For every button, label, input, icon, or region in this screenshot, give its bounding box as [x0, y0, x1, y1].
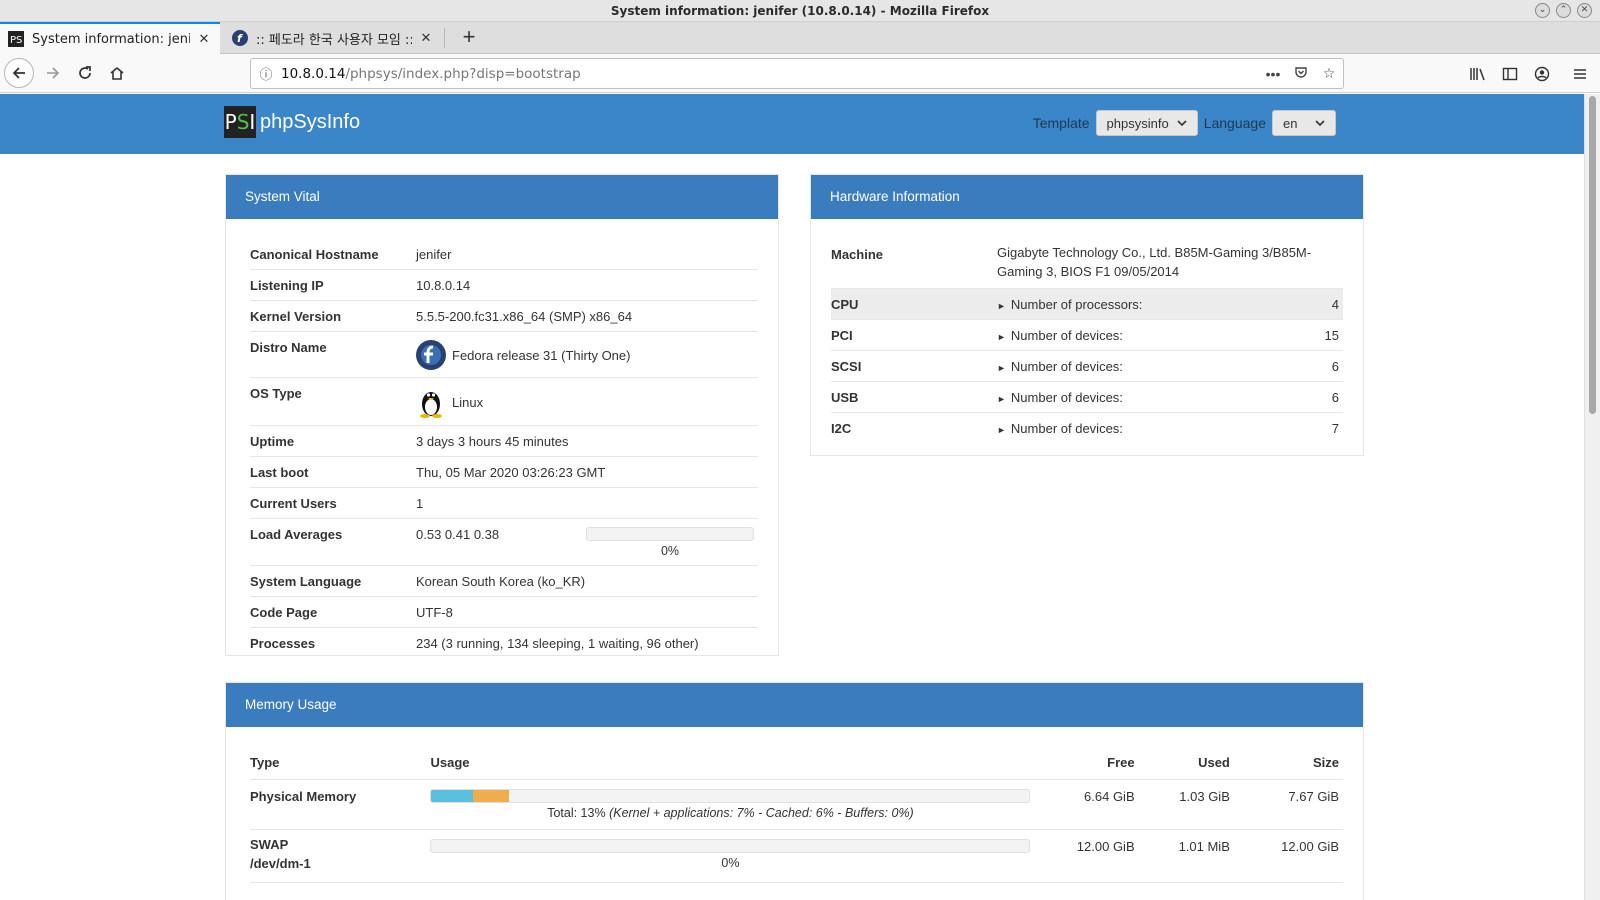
template-label: Template	[1032, 115, 1090, 131]
hardware-row-i2c[interactable]: I2C ► Number of devices: 7	[831, 413, 1343, 444]
load-average-percent: 0%	[660, 544, 680, 558]
home-button[interactable]	[102, 58, 132, 88]
url-text[interactable]: 10.8.0.14/phpsys/index.php?disp=bootstra…	[281, 66, 1259, 82]
back-arrow-icon	[12, 67, 25, 79]
table-row: Current Users 1	[250, 487, 758, 519]
library-icon[interactable]	[1466, 62, 1490, 86]
pocket-icon[interactable]	[1287, 65, 1315, 82]
minimize-button[interactable]: ⌄	[1535, 3, 1550, 18]
expand-triangle-icon: ►	[997, 425, 1006, 435]
tab-close-icon[interactable]: ✕	[418, 31, 434, 46]
system-vital-table: Canonical Hostname jenifer Listening IP …	[250, 239, 758, 658]
sidebar-icon[interactable]	[1498, 62, 1522, 86]
tab-fedora-korea[interactable]: f :: 페도라 한국 사용자 모임 :: ✕	[224, 22, 442, 54]
psi-logo-icon: PSI	[224, 106, 256, 138]
swap-bar	[430, 839, 1031, 853]
reload-button[interactable]	[70, 58, 100, 88]
table-row: Kernel Version 5.5.5-200.fc31.x86_64 (SM…	[250, 300, 758, 332]
table-row: Physical Memory Total: 13% (Kernel + app…	[250, 779, 1343, 830]
table-header-row: Type Usage Free Used Size	[250, 749, 1343, 780]
chevron-down-icon	[1177, 120, 1187, 127]
chevron-down-icon	[1315, 120, 1325, 127]
table-row: SWAP /dev/dm-1 0% 12.00 GiB 1.01 MiB 12.…	[250, 829, 1343, 883]
table-row: Listening IP 10.8.0.14	[250, 269, 758, 301]
reload-icon	[79, 66, 91, 79]
table-row: Uptime 3 days 3 hours 45 minutes	[250, 425, 758, 457]
hardware-information-title: Hardware Information	[811, 175, 1363, 219]
maximize-button[interactable]: ⌃	[1556, 3, 1571, 18]
template-select[interactable]: phpsysinfo	[1095, 110, 1198, 136]
new-tab-button[interactable]: +	[456, 25, 482, 51]
bookmark-star-icon[interactable]: ☆	[1315, 65, 1343, 82]
memory-usage-panel: Memory Usage Type Usage Free Used Size P…	[225, 682, 1364, 900]
window-titlebar: System information: jenifer (10.8.0.14) …	[0, 0, 1600, 22]
swap-percent: 0%	[721, 856, 740, 870]
table-row: Canonical Hostname jenifer	[250, 239, 758, 270]
window-title: System information: jenifer (10.8.0.14) …	[610, 4, 990, 18]
table-row: OS Type Linux	[250, 377, 758, 426]
home-icon	[110, 66, 124, 80]
tab-bar: PS System information: jenifer (10.8.0.1…	[0, 22, 1600, 54]
memory-table: Type Usage Free Used Size Physical Memor…	[250, 749, 1343, 883]
table-row: System Language Korean South Korea (ko_K…	[250, 565, 758, 597]
language-select[interactable]: en	[1272, 110, 1336, 136]
app-name: phpSysInfo	[260, 110, 361, 133]
hardware-information-panel: Hardware Information Machine Gigabyte Te…	[810, 174, 1364, 456]
url-bar[interactable]: ⓘ 10.8.0.14/phpsys/index.php?disp=bootst…	[250, 58, 1344, 89]
system-vital-title: System Vital	[226, 175, 778, 219]
site-info-icon[interactable]: ⓘ	[251, 64, 281, 83]
table-row: Code Page UTF-8	[250, 596, 758, 628]
memory-usage-title: Memory Usage	[226, 683, 1363, 727]
system-vital-panel: System Vital Canonical Hostname jenifer …	[225, 174, 779, 656]
header-controls: Template phpsysinfo Language en	[1033, 110, 1336, 136]
forward-arrow-icon	[47, 67, 60, 79]
hardware-row-cpu[interactable]: CPU ► Number of processors: 4	[831, 288, 1343, 320]
phpsysinfo-favicon-icon: PS	[8, 31, 24, 47]
table-row: Distro Name Fedora release 31 (Thirty On…	[250, 331, 758, 378]
tab-title: System information: jenifer (10.8.0.14)	[32, 31, 190, 47]
table-row: Processes 234 (3 running, 134 sleeping, …	[250, 636, 699, 651]
memory-app-segment	[431, 790, 474, 802]
hardware-row-scsi[interactable]: SCSI ► Number of devices: 6	[831, 350, 1343, 382]
expand-triangle-icon: ►	[997, 363, 1006, 373]
memory-cached-segment	[473, 790, 510, 802]
tux-penguin-icon	[420, 392, 442, 418]
svg-text:PS: PS	[10, 35, 22, 46]
expand-triangle-icon: ►	[997, 301, 1006, 311]
page-actions-icon[interactable]: •••	[1259, 66, 1287, 82]
language-label: Language	[1203, 115, 1266, 131]
expand-triangle-icon: ►	[997, 332, 1006, 342]
tab-title: :: 페도라 한국 사용자 모임 ::	[256, 32, 412, 48]
scrollbar-thumb[interactable]	[1589, 96, 1596, 414]
load-average-bar	[586, 527, 754, 541]
page-viewport: PSI phpSysInfo Template phpsysinfo Langu…	[0, 94, 1584, 900]
table-row: Load Averages 0.53 0.41 0.38 0%	[250, 518, 758, 566]
hardware-table: Machine Gigabyte Technology Co., Ltd. B8…	[831, 239, 1343, 443]
fedora-favicon-icon: f	[232, 30, 248, 46]
tab-close-icon[interactable]: ✕	[196, 32, 212, 47]
expand-triangle-icon: ►	[997, 394, 1006, 404]
hardware-row-pci[interactable]: PCI ► Number of devices: 15	[831, 319, 1343, 351]
fedora-logo-icon	[416, 340, 446, 370]
account-icon[interactable]	[1530, 62, 1554, 86]
logo[interactable]: PSI phpSysInfo	[224, 106, 360, 138]
hardware-row-usb[interactable]: USB ► Number of devices: 6	[831, 381, 1343, 413]
close-window-button[interactable]: ✕	[1577, 3, 1592, 18]
forward-button[interactable]	[38, 58, 68, 88]
table-row: Last boot Thu, 05 Mar 2020 03:26:23 GMT	[250, 456, 758, 488]
page-scrollbar[interactable]	[1584, 94, 1600, 900]
back-button[interactable]	[4, 58, 34, 88]
table-row: Machine Gigabyte Technology Co., Ltd. B8…	[831, 239, 1343, 289]
physical-memory-caption: Total: 13% (Kernel + applications: 7% - …	[547, 806, 914, 820]
tab-system-information[interactable]: PS System information: jenifer (10.8.0.1…	[0, 22, 220, 54]
menu-icon[interactable]	[1568, 62, 1592, 86]
physical-memory-bar	[430, 789, 1031, 803]
psi-header: PSI phpSysInfo Template phpsysinfo Langu…	[0, 94, 1584, 154]
navigation-toolbar: ⓘ 10.8.0.14/phpsys/index.php?disp=bootst…	[0, 54, 1600, 93]
